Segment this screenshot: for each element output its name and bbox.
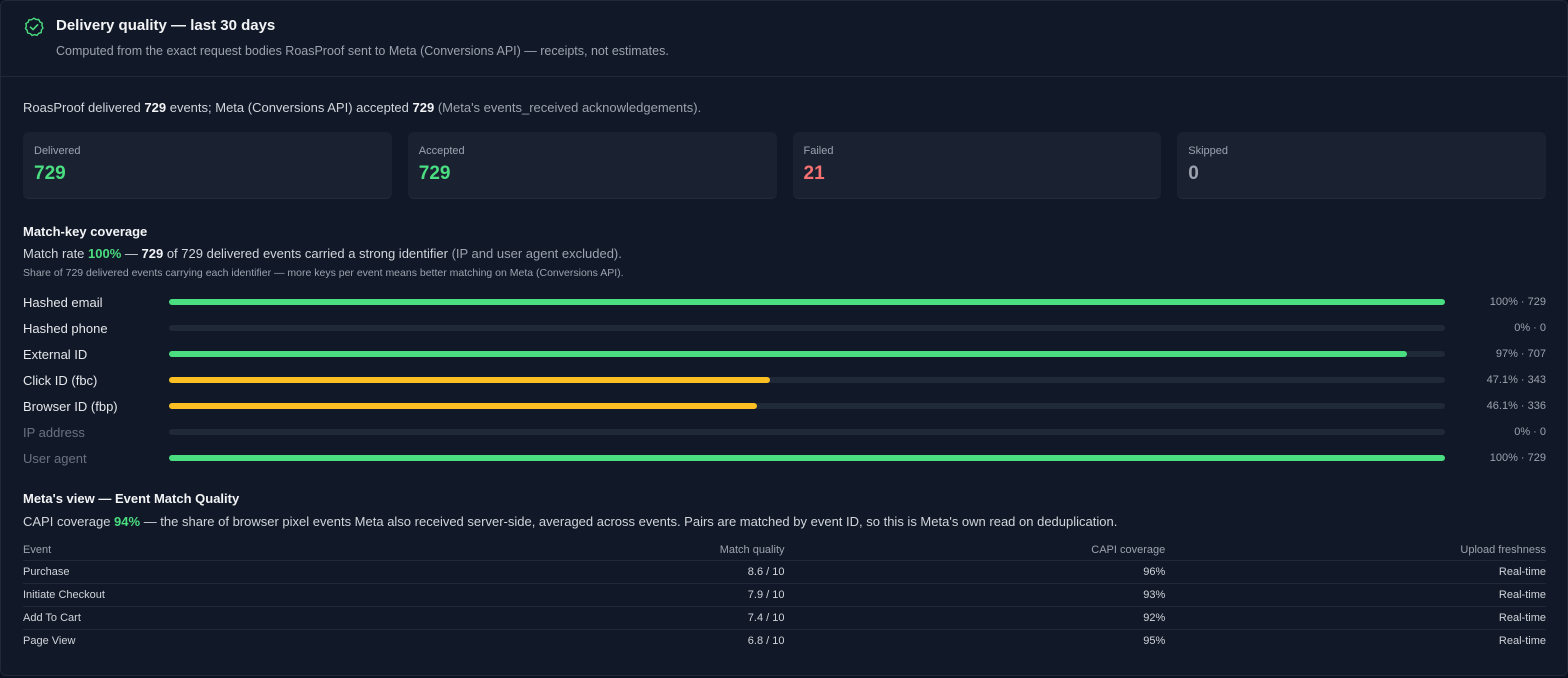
table-cell-match-quality: 8.6 / 10 <box>403 560 785 584</box>
delivery-summary: RoasProof delivered 729 events; Meta (Co… <box>23 100 701 115</box>
event-match-quality-table: Event Match quality CAPI coverage Upload… <box>23 541 1546 652</box>
table-cell-capi-coverage: 92% <box>784 606 1166 630</box>
table-cell-match-quality: 7.4 / 10 <box>403 606 785 630</box>
capi-value: 94% <box>114 514 141 529</box>
delivery-quality-panel: Delivery quality — last 30 days Computed… <box>0 0 1568 676</box>
coverage-row-label: Click ID (fbc) <box>23 373 98 388</box>
table-cell-event: Initiate Checkout <box>23 583 404 607</box>
capi-prefix: CAPI coverage <box>23 514 115 529</box>
coverage-bar-track <box>169 455 1445 461</box>
stat-card-label: Failed <box>803 145 834 157</box>
coverage-row-label: User agent <box>23 451 87 466</box>
table-row: Initiate Checkout 7.9 / 10 93% Real-time <box>23 583 1546 607</box>
match-rate-line: Match rate 100% — 729 of 729 delivered e… <box>23 246 622 261</box>
coverage-row-value: 0% · 0 <box>1514 322 1546 334</box>
table-row: Purchase 8.6 / 10 96% Real-time <box>23 560 1546 584</box>
table-cell-upload-freshness: Real-time <box>1165 606 1546 630</box>
coverage-row-value: 46.1% · 336 <box>1486 400 1546 412</box>
coverage-row-value: 100% · 729 <box>1489 452 1546 464</box>
column-header-upload-freshness: Upload freshness <box>1165 541 1546 561</box>
stat-card-label: Accepted <box>418 145 465 157</box>
page-title: Delivery quality — last 30 days <box>56 17 276 34</box>
panel-header: Delivery quality — last 30 days Computed… <box>1 1 1567 77</box>
coverage-row-hashed-phone: Hashed phone 0% · 0 <box>23 317 1546 343</box>
coverage-row-value: 100% · 729 <box>1489 296 1546 308</box>
stat-card-skipped: Skipped 0 <box>1177 132 1546 199</box>
match-rate-dash: — <box>121 246 142 261</box>
coverage-bar-track <box>169 299 1445 305</box>
match-note: Share of 729 delivered events carrying e… <box>23 267 624 279</box>
coverage-bar-fill <box>169 299 1445 305</box>
page-subtitle: Computed from the exact request bodies R… <box>56 44 669 58</box>
coverage-row-browser-id: Browser ID (fbp) 46.1% · 336 <box>23 395 1546 421</box>
coverage-row-hashed-email: Hashed email 100% · 729 <box>23 291 1546 317</box>
summary-prefix: RoasProof delivered <box>23 100 145 115</box>
coverage-bar-fill <box>169 377 770 383</box>
table-cell-match-quality: 7.9 / 10 <box>403 583 785 607</box>
table-cell-upload-freshness: Real-time <box>1165 583 1546 607</box>
column-header-capi-coverage: CAPI coverage <box>784 541 1166 561</box>
coverage-row-value: 0% · 0 <box>1514 426 1546 438</box>
table-row: Add To Cart 7.4 / 10 92% Real-time <box>23 606 1546 630</box>
stat-card-label: Delivered <box>34 145 81 157</box>
column-header-event: Event <box>23 541 404 561</box>
stat-card-label: Skipped <box>1188 145 1229 157</box>
stat-card-failed: Failed 21 <box>792 132 1162 199</box>
coverage-bar-track <box>169 429 1445 435</box>
match-rate-count: 729 <box>141 246 164 261</box>
table-cell-capi-coverage: 96% <box>784 560 1166 584</box>
coverage-row-label: External ID <box>23 347 88 362</box>
coverage-row-label: IP address <box>23 425 85 440</box>
capi-suffix: — the share of browser pixel events Meta… <box>140 514 1118 529</box>
coverage-bar-track <box>169 403 1445 409</box>
summary-delivered-count: 729 <box>144 100 167 115</box>
coverage-bar-track <box>169 351 1445 357</box>
coverage-row-ip-address: IP address 0% · 0 <box>23 421 1546 447</box>
coverage-rows: Hashed email 100% · 729 Hashed phone 0% … <box>23 291 1546 473</box>
capi-coverage-line: CAPI coverage 94% — the share of browser… <box>23 514 1117 529</box>
table-cell-match-quality: 6.8 / 10 <box>747 634 785 647</box>
coverage-bar-track <box>169 377 1445 383</box>
table-cell-event: Purchase <box>23 560 404 584</box>
stat-cards: Delivered 729 Accepted 729 Failed 21 Ski… <box>23 132 1546 199</box>
meta-view-section-title: Meta's view — Event Match Quality <box>23 491 240 506</box>
coverage-row-label: Hashed phone <box>23 321 108 336</box>
coverage-row-external-id: External ID 97% · 707 <box>23 343 1546 369</box>
coverage-row-label: Hashed email <box>23 295 103 310</box>
coverage-row-label: Browser ID (fbp) <box>23 399 118 414</box>
table-cell-event: Add To Cart <box>23 606 404 630</box>
stat-card-accepted: Accepted 729 <box>407 132 777 199</box>
coverage-row-user-agent: User agent 100% · 729 <box>23 447 1546 473</box>
coverage-bar-fill <box>169 403 758 409</box>
coverage-row-click-id: Click ID (fbc) 47.1% · 343 <box>23 369 1546 395</box>
summary-suffix: (Meta's events_received acknowledgements… <box>437 100 702 115</box>
stat-card-value: 0 <box>1188 163 1199 184</box>
coverage-bar-track <box>169 325 1445 331</box>
table-row: Page View 6.8 / 10 95% Real-time <box>23 629 1546 652</box>
check-circle-icon <box>24 17 44 37</box>
coverage-bar-fill <box>169 455 1445 461</box>
coverage-row-value: 97% · 707 <box>1495 348 1546 360</box>
stat-card-value: 21 <box>803 163 825 184</box>
stat-card-value: 729 <box>34 163 66 184</box>
table-header-row: Event Match quality CAPI coverage Upload… <box>23 541 1546 561</box>
coverage-bar-fill <box>169 351 1407 357</box>
coverage-row-value: 47.1% · 343 <box>1486 374 1546 386</box>
table-cell-upload-freshness: Real-time <box>1498 634 1546 647</box>
match-key-section-title: Match-key coverage <box>23 224 148 239</box>
stat-card-value: 729 <box>418 163 451 184</box>
stat-card-delivered: Delivered 729 <box>23 132 392 199</box>
summary-middle: events; Meta (Conversions API) accepted <box>166 100 413 115</box>
table-cell-event: Page View <box>23 634 76 647</box>
table-cell-capi-coverage: 95% <box>1143 634 1166 647</box>
summary-accepted-count: 729 <box>412 100 435 115</box>
match-rate-suffix: of 729 delivered events carried a strong… <box>163 246 452 261</box>
match-rate-excluded: (IP and user agent excluded). <box>451 246 622 261</box>
column-header-match-quality: Match quality <box>403 541 785 561</box>
match-rate-value: 100% <box>88 246 122 261</box>
table-cell-upload-freshness: Real-time <box>1165 560 1546 584</box>
match-rate-prefix: Match rate <box>23 246 89 261</box>
table-cell-capi-coverage: 93% <box>784 583 1166 607</box>
